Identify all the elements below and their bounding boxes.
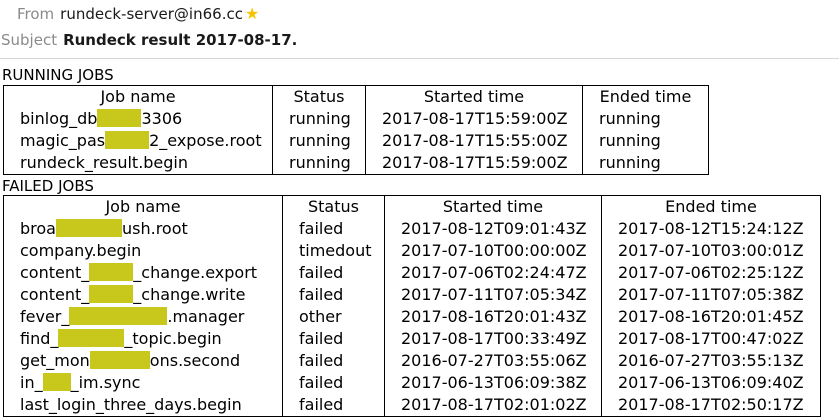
started-cell: 2016-07-27T03:55:06Z — [384, 350, 602, 372]
failed-jobs-table: Job name Status Started time Ended time … — [3, 195, 821, 417]
failed-jobs-title: FAILED JOBS — [2, 177, 94, 195]
col-header-job-name: Job name — [3, 85, 273, 108]
redaction-mark — [89, 351, 150, 369]
started-cell: 2017-07-11T07:05:34Z — [384, 284, 602, 306]
header-divider — [0, 58, 839, 59]
redaction-mark — [89, 285, 134, 303]
job-name-cell: fever_ .manager — [3, 306, 283, 328]
table-row: binlog_db 3306 running 2017-08-17T15:59:0… — [3, 108, 709, 130]
started-cell: 2017-08-17T15:59:00Z — [365, 152, 583, 175]
from-row: From rundeck-server@in66.cc ★ — [17, 3, 259, 25]
table-row: content_ _change.write failed 2017-07-11T… — [3, 284, 821, 306]
ended-cell: 2017-08-17T00:47:02Z — [601, 328, 821, 350]
ended-cell: running — [582, 108, 709, 130]
ended-cell: 2017-08-16T20:01:45Z — [601, 306, 821, 328]
redaction-mark — [55, 219, 122, 237]
started-cell: 2017-08-17T02:01:02Z — [384, 394, 602, 417]
status-cell: failed — [282, 394, 385, 417]
ended-cell: 2017-07-11T07:05:38Z — [601, 284, 821, 306]
from-address[interactable]: rundeck-server@in66.cc — [60, 5, 243, 23]
started-cell: 2017-08-12T09:01:43Z — [384, 218, 602, 240]
started-cell: 2017-08-17T15:59:00Z — [365, 108, 583, 130]
table-row: company.begin timedout 2017-07-10T00:00:… — [3, 240, 821, 262]
job-name-cell: content_ _change.export — [3, 262, 283, 284]
table-row: find_ _topic.begin failed 2017-08-17T00:3… — [3, 328, 821, 350]
status-cell: failed — [282, 372, 385, 394]
ended-cell: 2017-08-12T15:24:12Z — [601, 218, 821, 240]
subject-row: Subject Rundeck result 2017-08-17. — [1, 29, 297, 51]
redaction-mark — [97, 109, 142, 127]
col-header-status: Status — [282, 195, 385, 218]
redaction-mark — [42, 373, 71, 391]
job-name-cell: last_login_three_days.begin — [3, 394, 283, 417]
table-row: last_login_three_days.begin failed 2017-… — [3, 394, 821, 417]
ended-cell: 2017-08-17T02:50:17Z — [601, 394, 821, 417]
star-icon[interactable]: ★ — [245, 4, 259, 23]
started-cell: 2017-07-10T00:00:00Z — [384, 240, 602, 262]
status-cell: other — [282, 306, 385, 328]
table-header-row: Job name Status Started time Ended time — [3, 85, 709, 108]
col-header-ended: Ended time — [601, 195, 821, 218]
started-cell: 2017-08-16T20:01:43Z — [384, 306, 602, 328]
started-cell: 2017-06-13T06:09:38Z — [384, 372, 602, 394]
col-header-ended: Ended time — [582, 85, 709, 108]
job-name-cell: company.begin — [3, 240, 283, 262]
status-cell: timedout — [282, 240, 385, 262]
job-name-cell: magic_pas 2_expose.root — [3, 130, 273, 152]
running-jobs-table: Job name Status Started time Ended time … — [3, 85, 709, 175]
job-name-cell: find_ _topic.begin — [3, 328, 283, 350]
redaction-mark — [105, 131, 150, 149]
status-cell: running — [272, 152, 366, 175]
status-cell: failed — [282, 218, 385, 240]
subject-label: Subject — [1, 31, 58, 49]
ended-cell: 2017-07-10T03:00:01Z — [601, 240, 821, 262]
running-jobs-title: RUNNING JOBS — [2, 66, 114, 84]
status-cell: failed — [282, 328, 385, 350]
table-row: magic_pas 2_expose.root running 2017-08-1… — [3, 130, 709, 152]
ended-cell: 2017-06-13T06:09:40Z — [601, 372, 821, 394]
job-name-cell: rundeck_result.begin — [3, 152, 273, 175]
redaction-mark — [89, 263, 134, 281]
table-row: get_mon ons.second failed 2016-07-27T03:5… — [3, 350, 821, 372]
status-cell: running — [272, 108, 366, 130]
started-cell: 2017-08-17T15:55:00Z — [365, 130, 583, 152]
table-header-row: Job name Status Started time Ended time — [3, 195, 821, 218]
col-header-started: Started time — [365, 85, 583, 108]
job-name-cell: content_ _change.write — [3, 284, 283, 306]
started-cell: 2017-08-17T00:33:49Z — [384, 328, 602, 350]
ended-cell: 2016-07-27T03:55:13Z — [601, 350, 821, 372]
status-cell: failed — [282, 262, 385, 284]
col-header-job-name: Job name — [3, 195, 283, 218]
status-cell: failed — [282, 284, 385, 306]
col-header-status: Status — [272, 85, 366, 108]
table-row: in_ _im.sync failed 2017-06-13T06:09:38Z … — [3, 372, 821, 394]
col-header-started: Started time — [384, 195, 602, 218]
ended-cell: running — [582, 152, 709, 175]
redaction-mark — [69, 307, 168, 325]
ended-cell: running — [582, 130, 709, 152]
started-cell: 2017-07-06T02:24:47Z — [384, 262, 602, 284]
table-row: fever_ .manager other 2017-08-16T20:01:43… — [3, 306, 821, 328]
email-header: From rundeck-server@in66.cc ★ Subject Runde… — [0, 0, 839, 60]
ended-cell: 2017-07-06T02:25:12Z — [601, 262, 821, 284]
job-name-cell: binlog_db 3306 — [3, 108, 273, 130]
job-name-cell: get_mon ons.second — [3, 350, 283, 372]
subject-text: Rundeck result 2017-08-17. — [63, 31, 298, 49]
table-row: broa ush.root failed 2017-08-12T09:01:43Z… — [3, 218, 821, 240]
status-cell: running — [272, 130, 366, 152]
from-label: From — [17, 5, 55, 23]
table-row: content_ _change.export failed 2017-07-06… — [3, 262, 821, 284]
table-row: rundeck_result.begin running 2017-08-17T… — [3, 152, 709, 175]
job-name-cell: broa ush.root — [3, 218, 283, 240]
redaction-mark — [58, 329, 125, 347]
status-cell: failed — [282, 350, 385, 372]
job-name-cell: in_ _im.sync — [3, 372, 283, 394]
